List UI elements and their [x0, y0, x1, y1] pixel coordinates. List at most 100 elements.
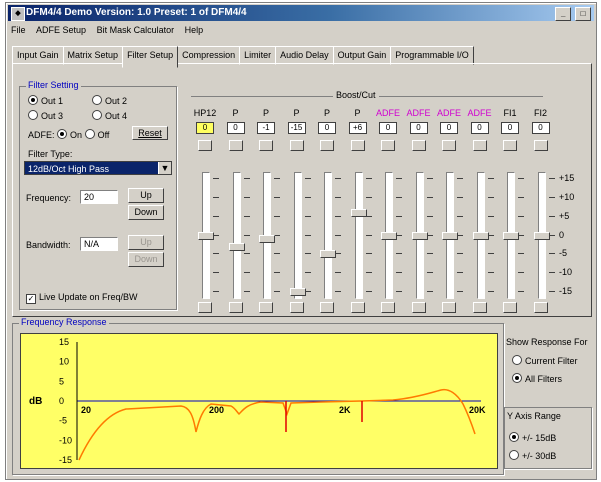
- band-up-button[interactable]: [259, 140, 273, 151]
- show-current-filter-radio[interactable]: Current Filter: [512, 355, 578, 366]
- bandwidth-up-button[interactable]: Up: [128, 235, 164, 250]
- band-value-field[interactable]: 0: [196, 122, 214, 134]
- band-slider-thumb[interactable]: [411, 231, 428, 240]
- band-down-button[interactable]: [289, 302, 304, 313]
- band-value-field[interactable]: 0: [379, 122, 397, 134]
- maximize-button[interactable]: □: [575, 7, 591, 21]
- title-bar[interactable]: ◆ DFM4/4 Demo Version: 1.0 Preset: 1 of …: [8, 5, 594, 21]
- radio-label: Out 3: [41, 111, 64, 121]
- band-value-field[interactable]: -1: [257, 122, 275, 134]
- adfe-on-radio[interactable]: On: [57, 129, 82, 140]
- slider-tick: [518, 253, 524, 255]
- tab-strip: Input Gain Matrix Setup Filter Setup Compre…: [12, 43, 474, 68]
- frequency-up-button[interactable]: Up: [128, 188, 164, 203]
- band-down-button[interactable]: [350, 302, 365, 313]
- menu-bit-mask-calculator[interactable]: Bit Mask Calculator: [97, 25, 175, 35]
- adfe-off-radio[interactable]: Off: [84, 129, 109, 140]
- filter-type-select[interactable]: 12dB/Oct High Pass ▼: [24, 161, 172, 175]
- bandwidth-field[interactable]: N/A: [80, 237, 118, 251]
- band-up-button[interactable]: [503, 140, 517, 151]
- bandwidth-down-button[interactable]: Down: [128, 252, 164, 267]
- band-slider-track[interactable]: [232, 172, 241, 299]
- slider-tick: [335, 215, 341, 217]
- band-value-field[interactable]: 0: [226, 122, 245, 134]
- band-down-button[interactable]: [198, 302, 212, 313]
- show-all-filters-radio[interactable]: All Filters: [512, 373, 562, 384]
- band-down-button[interactable]: [411, 302, 426, 313]
- band-value-field[interactable]: 0: [440, 122, 458, 134]
- show-response-title: Show Response For: [506, 337, 588, 347]
- band-slider-thumb[interactable]: [259, 235, 275, 244]
- band-slider-thumb[interactable]: [198, 231, 214, 240]
- frequency-response-chart: 15 10 5 0 -5 -10 -15 dB 20 200 2K 20K: [29, 337, 486, 465]
- band-slider-thumb[interactable]: [381, 231, 397, 240]
- y-tick-label: 0: [59, 396, 64, 406]
- band-up-button[interactable]: [289, 140, 304, 151]
- slider-tick: [548, 291, 555, 292]
- band-up-button[interactable]: [198, 140, 212, 151]
- slider-tick: [396, 196, 402, 198]
- band-up-button[interactable]: [472, 140, 487, 151]
- slider-tick: [426, 291, 433, 292]
- output-4-radio[interactable]: Out 4: [92, 110, 127, 121]
- band-up-button[interactable]: [320, 140, 334, 151]
- band-down-button[interactable]: [533, 302, 548, 313]
- band-up-button[interactable]: [442, 140, 456, 151]
- radio-label: +/- 30dB: [522, 451, 557, 461]
- band-slider-thumb[interactable]: [320, 250, 336, 259]
- band-up-button[interactable]: [411, 140, 426, 151]
- band-value-field[interactable]: 0: [501, 122, 519, 134]
- radio-indicator: [84, 129, 95, 139]
- band-down-button[interactable]: [442, 302, 456, 313]
- output-3-radio[interactable]: Out 3: [28, 110, 63, 121]
- menu-adfe-setup[interactable]: ADFE Setup: [36, 25, 86, 35]
- band-slider-thumb[interactable]: [442, 231, 458, 240]
- band-value-field[interactable]: 0: [318, 122, 336, 134]
- band-value-field[interactable]: 0: [531, 122, 550, 134]
- band-slider-track[interactable]: [354, 172, 363, 299]
- band-slider-thumb[interactable]: [503, 231, 519, 240]
- band-label: P: [354, 108, 361, 118]
- output-2-radio[interactable]: Out 2: [92, 95, 127, 106]
- band-slider-thumb[interactable]: [228, 242, 245, 251]
- band-slider-track[interactable]: [324, 172, 332, 299]
- filter-setting-group: Filter Setting Out 1 Out 2 Out 3 Out 4 A…: [19, 80, 177, 310]
- band-slider-thumb[interactable]: [533, 231, 550, 240]
- band-value-field[interactable]: 0: [409, 122, 428, 134]
- band-slider-thumb[interactable]: [289, 288, 306, 296]
- band-up-button[interactable]: [350, 140, 365, 151]
- band-value-field[interactable]: -15: [287, 122, 306, 134]
- band-up-button[interactable]: [381, 140, 395, 151]
- menu-file[interactable]: File: [11, 25, 26, 35]
- frequency-down-button[interactable]: Down: [128, 205, 164, 220]
- band-slider-thumb[interactable]: [472, 231, 489, 240]
- slider-tick: [274, 178, 280, 179]
- radio-label: Out 1: [41, 96, 64, 106]
- menu-help[interactable]: Help: [185, 25, 204, 35]
- band-up-button[interactable]: [228, 140, 243, 151]
- range-30db-radio[interactable]: +/- 30dB: [509, 450, 556, 461]
- band-down-button[interactable]: [320, 302, 334, 313]
- range-15db-radio[interactable]: +/- 15dB: [509, 432, 556, 443]
- tab-filter-setup[interactable]: Filter Setup: [122, 46, 179, 68]
- slider-tick: [213, 253, 219, 255]
- band-value-field[interactable]: 0: [470, 122, 489, 134]
- minimize-button[interactable]: _: [555, 7, 572, 21]
- live-update-checkbox[interactable]: ✓ Live Update on Freq/BW: [26, 292, 138, 304]
- band-down-button[interactable]: [259, 302, 273, 313]
- output-1-radio[interactable]: Out 1: [28, 95, 63, 106]
- frequency-response-title: Frequency Response: [19, 317, 109, 327]
- band-slider-track[interactable]: [293, 172, 302, 299]
- adfe-row: ADFE: On Off: [28, 129, 109, 140]
- band-up-button[interactable]: [533, 140, 548, 151]
- band-down-button[interactable]: [503, 302, 517, 313]
- frequency-field[interactable]: 20: [80, 190, 118, 204]
- band-slider-thumb[interactable]: [350, 208, 367, 217]
- chevron-down-icon[interactable]: ▼: [158, 162, 171, 174]
- band-down-button[interactable]: [381, 302, 395, 313]
- y-tick-label: -5: [59, 416, 67, 426]
- band-down-button[interactable]: [228, 302, 243, 313]
- reset-button[interactable]: Reset: [132, 126, 168, 140]
- band-down-button[interactable]: [472, 302, 487, 313]
- band-value-field[interactable]: +6: [348, 122, 367, 134]
